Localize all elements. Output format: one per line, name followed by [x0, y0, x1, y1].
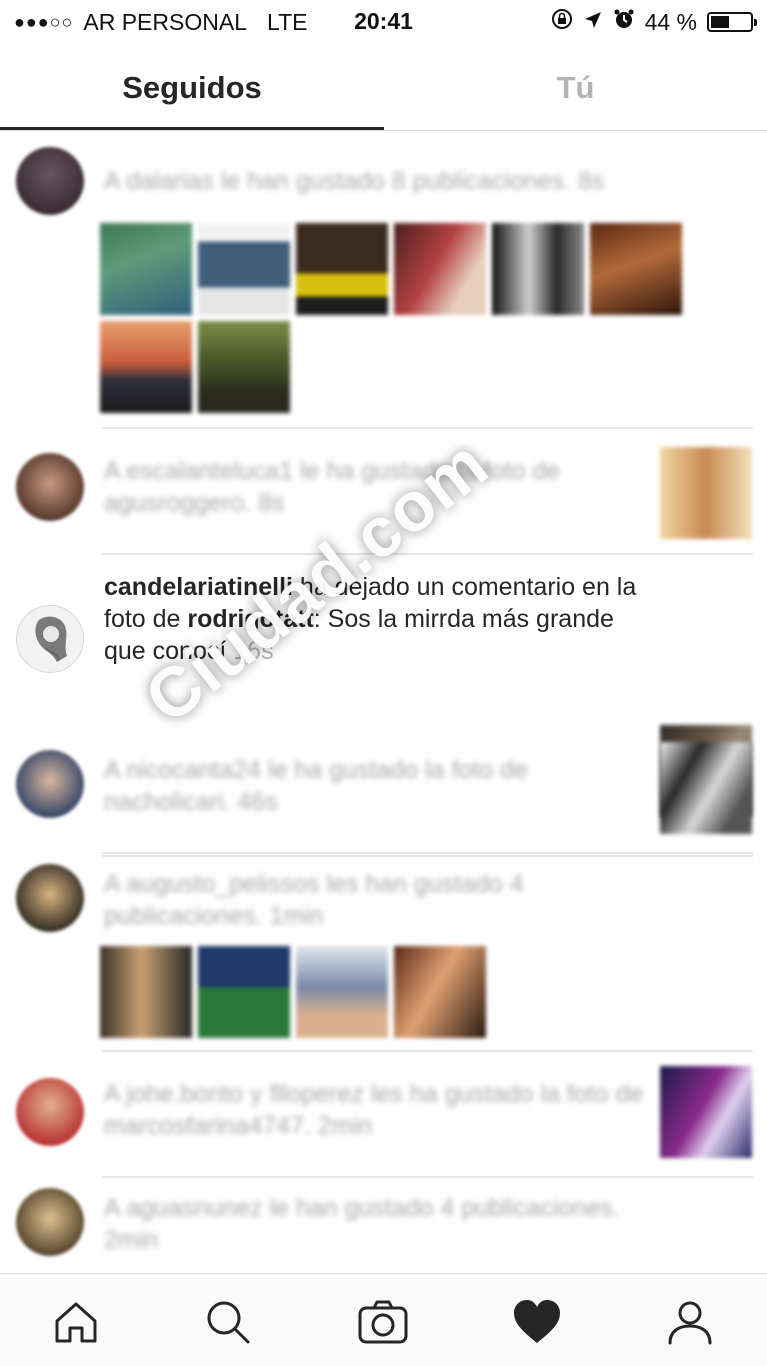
- activity-feed[interactable]: A dalarias le han gustado 8 publicacione…: [0, 131, 767, 1273]
- battery-percent: 44 %: [644, 8, 697, 35]
- post-thumbnail[interactable]: [198, 946, 290, 1038]
- avatar[interactable]: [16, 864, 84, 932]
- post-thumbnail[interactable]: [198, 223, 290, 315]
- post-thumbnail[interactable]: [296, 946, 388, 1038]
- post-thumbnail[interactable]: [394, 223, 486, 315]
- post-thumbnail[interactable]: [198, 321, 290, 413]
- alarm-icon: [613, 8, 635, 36]
- liked-posts-grid: [100, 223, 700, 413]
- location-arrow-icon: [583, 9, 603, 36]
- divider: [102, 1176, 753, 1178]
- post-thumbnail[interactable]: [660, 742, 752, 834]
- post-thumbnail[interactable]: [100, 223, 192, 315]
- search-icon[interactable]: [200, 1294, 256, 1350]
- avatar[interactable]: [16, 1188, 84, 1256]
- avatar[interactable]: [16, 605, 84, 673]
- illustration-icon: [35, 616, 67, 662]
- avatar[interactable]: [16, 750, 84, 818]
- divider: [102, 852, 753, 854]
- divider: [102, 427, 753, 429]
- battery-icon: [707, 12, 757, 32]
- post-thumbnail[interactable]: [492, 223, 584, 315]
- avatar[interactable]: [16, 1078, 84, 1146]
- activity-text[interactable]: A augusto_pelissos les han gustado 4 pub…: [104, 868, 624, 932]
- activity-text[interactable]: A dalarias le han gustado 8 publicacione…: [104, 165, 704, 197]
- activity-text[interactable]: A nicocanta24 le ha gustado la foto de n…: [104, 754, 644, 818]
- post-thumbnail[interactable]: [660, 1066, 752, 1158]
- post-thumbnail[interactable]: [100, 321, 192, 413]
- divider: [102, 1050, 753, 1052]
- divider: [102, 855, 753, 857]
- home-icon[interactable]: [48, 1294, 104, 1350]
- post-thumbnail[interactable]: [296, 223, 388, 315]
- post-thumbnail[interactable]: [100, 946, 192, 1038]
- avatar[interactable]: [16, 453, 84, 521]
- divider: [102, 553, 753, 555]
- camera-icon[interactable]: [355, 1294, 411, 1350]
- avatar[interactable]: [16, 147, 84, 215]
- liked-posts-grid: [100, 946, 700, 1038]
- profile-icon[interactable]: [662, 1294, 718, 1350]
- post-thumbnail[interactable]: [394, 946, 486, 1038]
- activity-text[interactable]: A johe.borito y flloperez les ha gustado…: [104, 1078, 644, 1142]
- rotation-lock-icon: [551, 8, 573, 36]
- activity-text[interactable]: A aguasnunez le han gustado 4 publicacio…: [104, 1192, 624, 1256]
- post-thumbnail[interactable]: [590, 223, 682, 315]
- heart-icon[interactable]: [509, 1294, 565, 1350]
- status-bar: ●●●○○ AR PERSONAL LTE 20:41 44 %: [0, 0, 767, 44]
- tab-following[interactable]: Seguidos: [0, 44, 384, 132]
- tab-you[interactable]: Tú: [384, 44, 767, 132]
- post-thumbnail[interactable]: [660, 447, 752, 539]
- bottom-nav: [0, 1273, 767, 1366]
- activity-tabs: Seguidos Tú: [0, 44, 767, 132]
